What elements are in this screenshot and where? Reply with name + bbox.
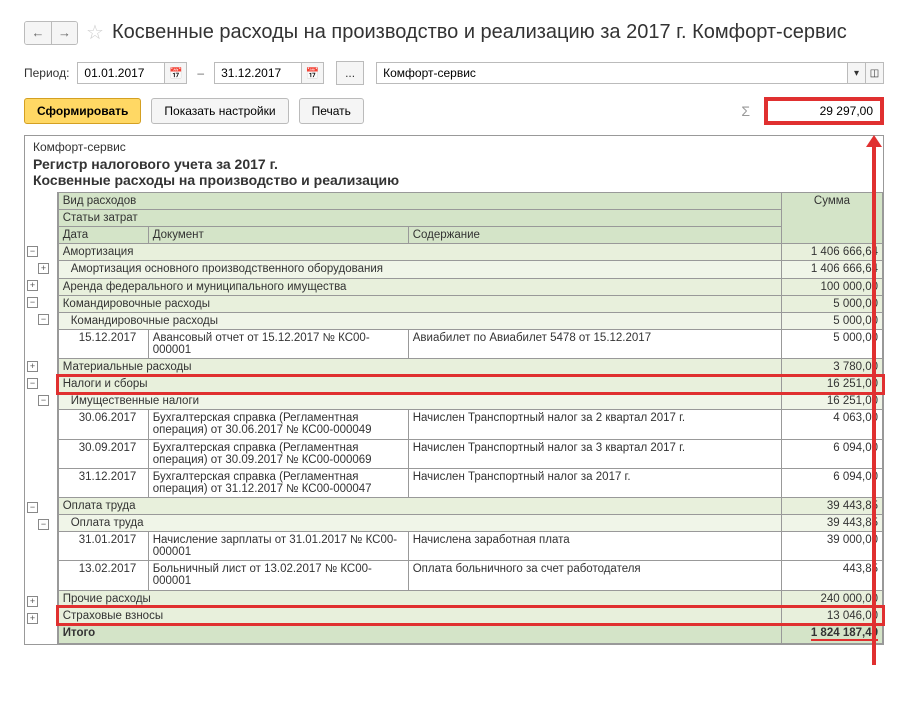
table-row[interactable]: Прочие расходы240 000,00 (58, 590, 882, 607)
table-row[interactable]: Оплата труда39 443,85 (58, 497, 882, 514)
report-company: Комфорт-сервис (33, 140, 875, 154)
report-title-2: Косвенные расходы на производство и реал… (33, 172, 875, 188)
sum-input[interactable] (769, 102, 879, 120)
table-row[interactable]: Материальные расходы3 780,00 (58, 359, 882, 376)
table-row[interactable]: Страховые взносы13 046,00 (58, 607, 882, 624)
back-button[interactable]: ← (25, 22, 51, 44)
nav-buttons: ← → (24, 21, 78, 45)
col-content: Содержание (408, 227, 781, 244)
table-row[interactable]: Имущественные налоги16 251,00 (58, 393, 882, 410)
expand-icon[interactable]: + (27, 613, 38, 624)
col-doc: Документ (148, 227, 408, 244)
dropdown-icon[interactable]: ▾ (847, 63, 865, 83)
calendar-icon[interactable]: 📅 (164, 63, 186, 83)
show-settings-button[interactable]: Показать настройки (151, 98, 288, 124)
table-row-total[interactable]: Итого1 824 187,49 (58, 624, 882, 643)
collapse-icon[interactable]: − (38, 314, 49, 325)
col-sum: Сумма (781, 193, 882, 244)
org-input[interactable] (377, 63, 847, 83)
col-cost-item: Статьи затрат (58, 210, 781, 227)
collapse-icon[interactable]: − (27, 246, 38, 257)
table-row[interactable]: 13.02.2017Больничный лист от 13.02.2017 … (58, 561, 882, 590)
collapse-icon[interactable]: − (38, 519, 49, 530)
table-row[interactable]: Амортизация1 406 666,64 (58, 244, 882, 261)
print-button[interactable]: Печать (299, 98, 364, 124)
date-from-wrap: 📅 (77, 62, 187, 84)
generate-button[interactable]: Сформировать (24, 98, 141, 124)
collapse-icon[interactable]: − (27, 297, 38, 308)
collapse-icon[interactable]: − (38, 395, 49, 406)
table-row[interactable]: 30.06.2017Бухгалтерская справка (Регламе… (58, 410, 882, 439)
collapse-icon[interactable]: − (27, 378, 38, 389)
sum-highlight (764, 97, 884, 125)
forward-button[interactable]: → (51, 22, 77, 44)
table-row[interactable]: 15.12.2017Авансовый отчет от 15.12.2017 … (58, 329, 882, 358)
expand-icon[interactable]: + (27, 361, 38, 372)
table-row[interactable]: 31.12.2017Бухгалтерская справка (Регламе… (58, 468, 882, 497)
report-area: Комфорт-сервис Регистр налогового учета … (24, 135, 884, 645)
expand-icon[interactable]: + (27, 596, 38, 607)
org-wrap: ▾ ◫ (376, 62, 884, 84)
period-picker-button[interactable]: ... (336, 61, 364, 85)
expand-icon[interactable]: + (27, 280, 38, 291)
table-row[interactable]: 30.09.2017Бухгалтерская справка (Регламе… (58, 439, 882, 468)
date-to-wrap: 📅 (214, 62, 324, 84)
expand-icon[interactable]: + (38, 263, 49, 274)
calendar-icon[interactable]: 📅 (301, 63, 323, 83)
favorite-icon[interactable]: ☆ (86, 20, 104, 45)
sigma-icon: Σ (741, 103, 750, 119)
table-row[interactable]: Командировочные расходы5 000,00 (58, 295, 882, 312)
table-row[interactable]: Аренда федерального и муниципального иму… (58, 278, 882, 295)
annotation-arrow (872, 145, 876, 665)
table-row[interactable]: 31.01.2017Начисление зарплаты от 31.01.2… (58, 532, 882, 561)
collapse-icon[interactable]: − (27, 502, 38, 513)
period-label: Период: (24, 66, 69, 80)
table-row[interactable]: Оплата труда39 443,85 (58, 515, 882, 532)
date-to-input[interactable] (215, 63, 301, 83)
open-icon[interactable]: ◫ (865, 63, 883, 83)
table-row[interactable]: Амортизация основного производственного … (58, 261, 882, 278)
col-expense-type: Вид расходов (58, 193, 781, 210)
date-dash: – (197, 66, 204, 80)
table-row[interactable]: Командировочные расходы5 000,00 (58, 312, 882, 329)
tree-column: − + + − − + − − − − + + (25, 192, 58, 644)
page-title: Косвенные расходы на производство и реал… (112, 21, 847, 44)
date-from-input[interactable] (78, 63, 164, 83)
report-title-1: Регистр налогового учета за 2017 г. (33, 156, 875, 172)
table-row[interactable]: Налоги и сборы16 251,00 (58, 376, 882, 393)
col-date: Дата (58, 227, 148, 244)
report-table: Вид расходов Сумма Статьи затрат Дата До… (58, 192, 883, 644)
